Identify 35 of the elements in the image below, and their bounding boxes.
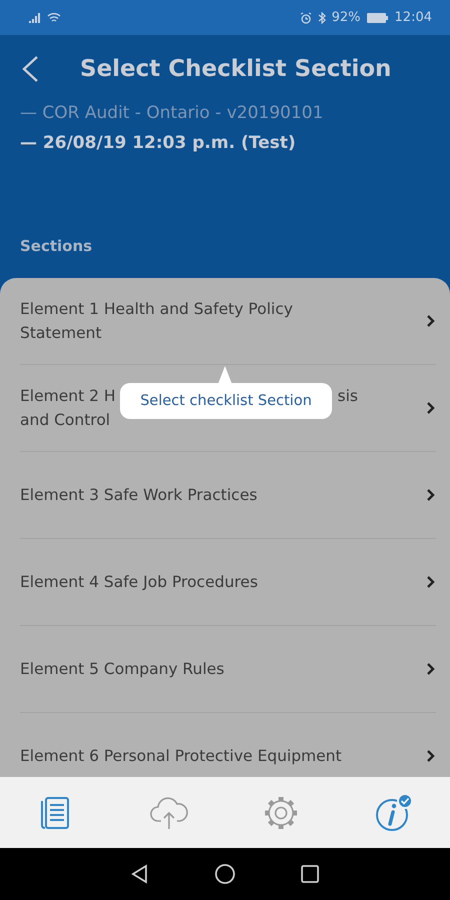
chevron-right-icon [426, 488, 436, 502]
audit-name: — COR Audit - Ontario - v20190101 [20, 103, 324, 123]
section-title-text: Statement [20, 323, 102, 344]
section-title-text: sis [338, 386, 358, 407]
clock-time: 12:04 [394, 10, 432, 25]
sections-heading: Sections [20, 237, 94, 255]
chevron-right-icon [426, 662, 436, 676]
chevron-right-icon [426, 749, 436, 763]
section-title-text: Element 3 Safe Work Practices [20, 485, 258, 506]
battery-percent: 92% [332, 10, 361, 25]
section-list-item[interactable]: Element 1 Health and Safety Policy Statement [20, 278, 436, 365]
section-title-text: Element 5 Company Rules [20, 659, 224, 680]
tooltip: Select checklist Section [120, 383, 332, 419]
wifi-icon [47, 12, 61, 23]
signal-icon [28, 12, 41, 23]
battery-icon [366, 12, 389, 22]
bluetooth-icon [318, 12, 326, 24]
chevron-right-icon [426, 314, 436, 328]
section-list-item[interactable]: Element 5 Company Rules [20, 626, 436, 713]
back-icon[interactable] [130, 864, 150, 884]
section-title-text: Element 1 Health and Safety Policy [20, 299, 293, 320]
screen-title: Select Checklist Section [80, 56, 392, 82]
audit-session: — 26/08/19 12:03 p.m. (Test) [20, 133, 297, 153]
section-title-text: Element 4 Safe Job Procedures [20, 572, 258, 593]
section-list-item[interactable]: Element 3 Safe Work Practices [20, 452, 436, 539]
section-title-text: and Control [20, 410, 110, 431]
home-icon[interactable] [214, 863, 236, 885]
section-list-item[interactable]: Element 4 Safe Job Procedures [20, 539, 436, 626]
recents-icon[interactable] [300, 864, 320, 884]
info-check-icon[interactable] [374, 792, 414, 832]
chevron-right-icon [426, 401, 436, 415]
chevron-right-icon [426, 575, 436, 589]
section-title-text: Element 2 H [20, 386, 116, 407]
alarm-icon [300, 12, 312, 24]
section-title-text: Element 6 Personal Protective Equipment [20, 746, 342, 767]
